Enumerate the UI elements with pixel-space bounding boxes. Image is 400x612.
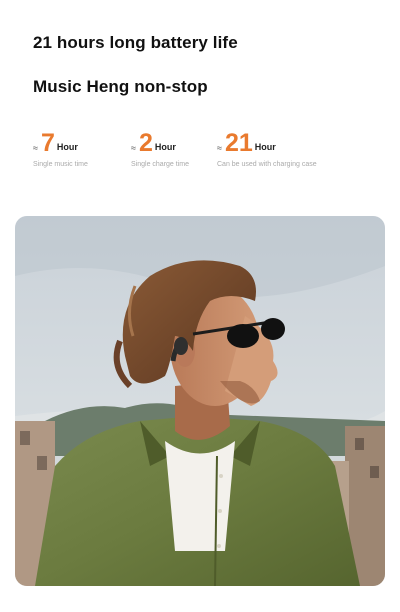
stat-number: 21	[224, 129, 253, 157]
approx-symbol: ≈	[33, 143, 38, 153]
product-lifestyle-photo	[15, 216, 385, 586]
stat-unit: Hour	[254, 142, 276, 152]
stat-unit: Hour	[154, 142, 176, 152]
stat-value-row: ≈ 2 Hour	[131, 130, 189, 156]
stat-value-row: ≈ 21 Hour	[217, 130, 317, 156]
stat-caption: Can be used with charging case	[217, 161, 317, 168]
approx-symbol: ≈	[217, 143, 222, 153]
stat-number: 2	[138, 129, 153, 157]
photo-illustration	[15, 216, 385, 586]
stat-unit: Hour	[56, 142, 78, 152]
stat-case-time: ≈ 21 Hour Can be used with charging case	[217, 130, 317, 168]
headline-battery: 21 hours long battery life	[33, 33, 238, 52]
stat-number: 7	[40, 129, 55, 157]
stat-music-time: ≈ 7 Hour Single music time	[33, 130, 88, 168]
stat-charge-time: ≈ 2 Hour Single charge time	[131, 130, 189, 168]
headline-music: Music Heng non-stop	[33, 77, 208, 96]
stat-caption: Single charge time	[131, 161, 189, 168]
stat-value-row: ≈ 7 Hour	[33, 130, 88, 156]
stat-caption: Single music time	[33, 161, 88, 168]
approx-symbol: ≈	[131, 143, 136, 153]
